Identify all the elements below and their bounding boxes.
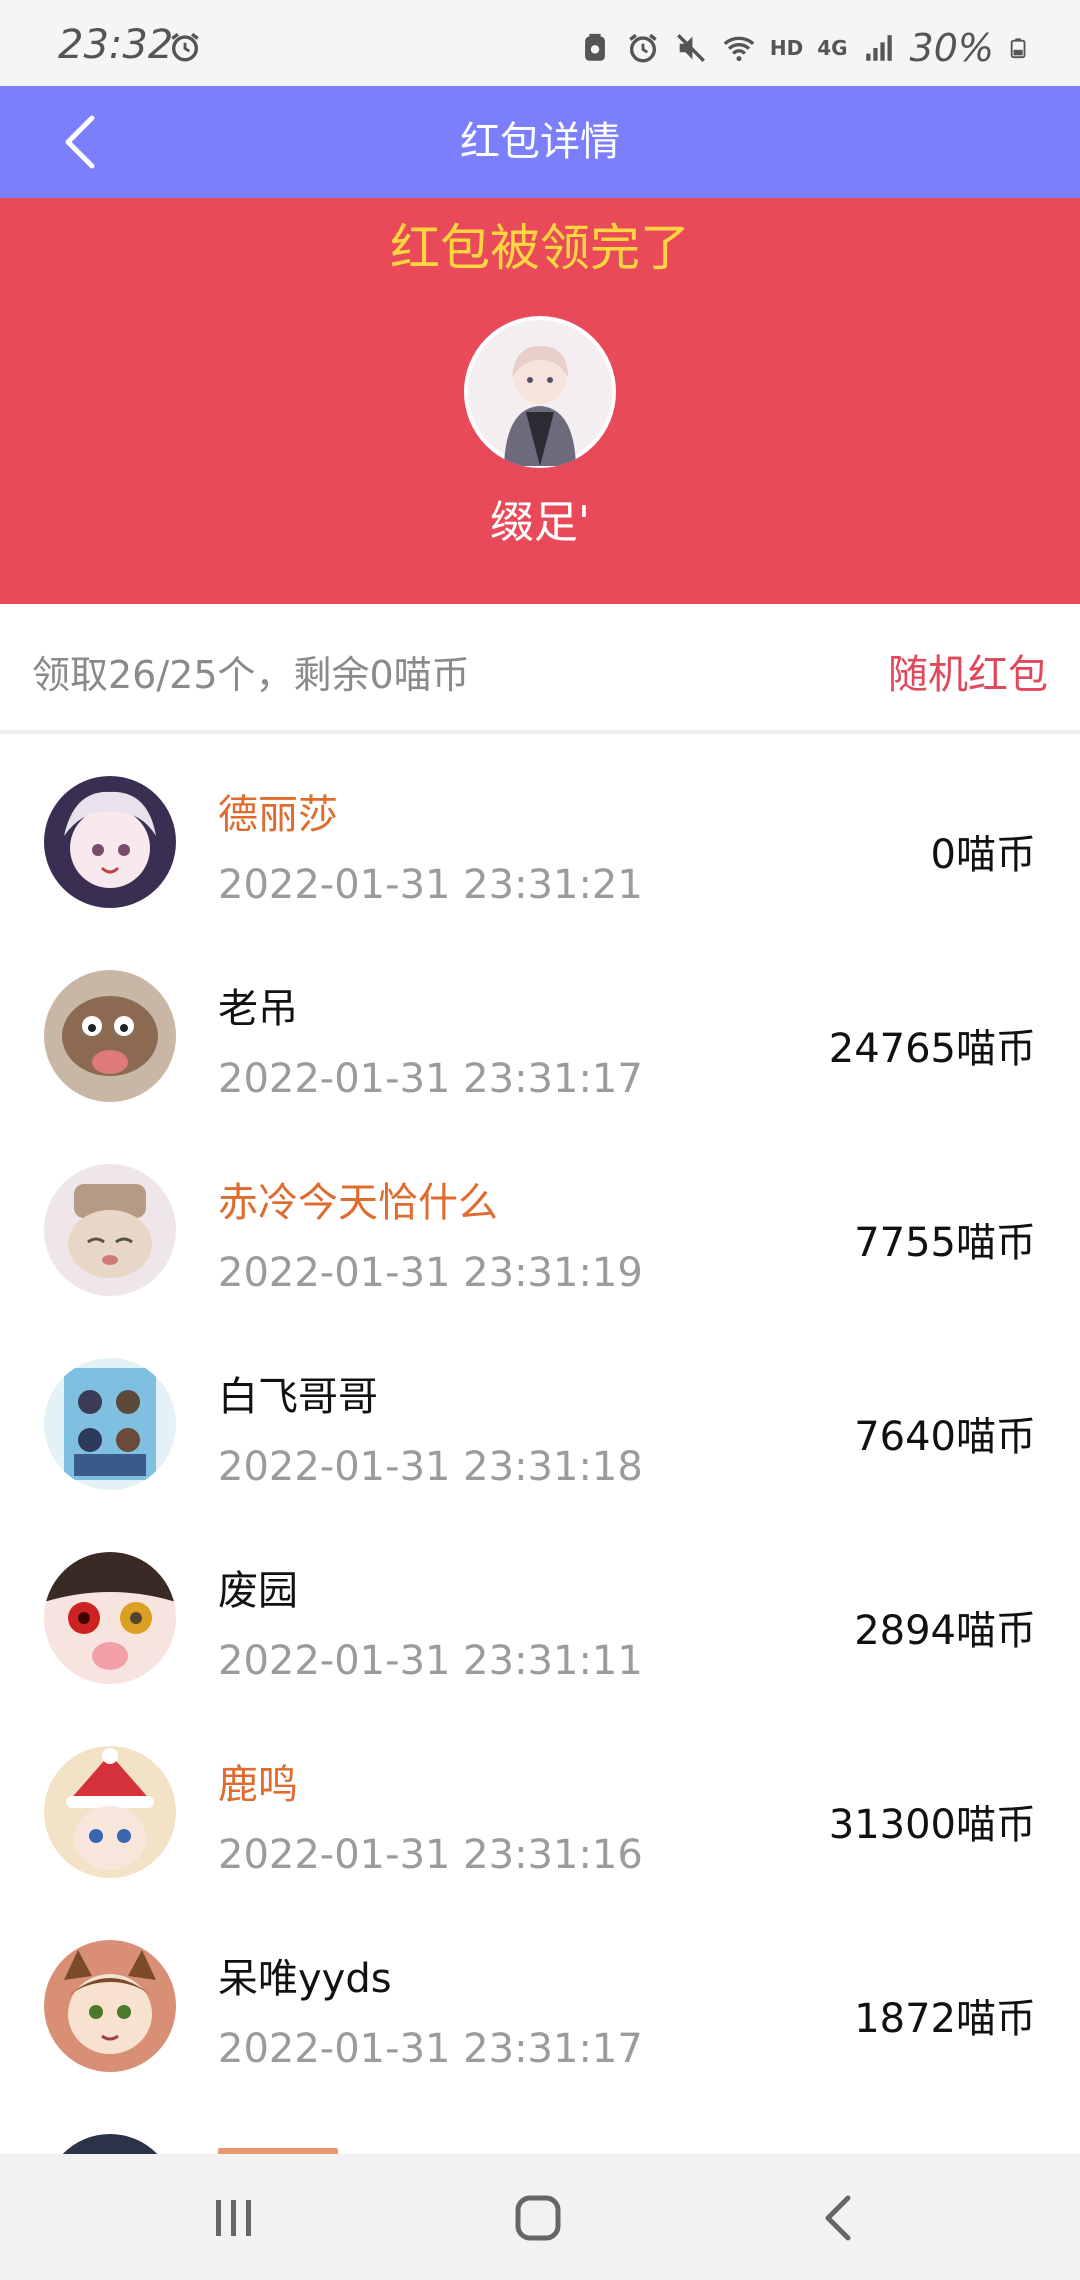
navigation-bar xyxy=(0,2154,1080,2280)
claimer-name: 呆唯yyds xyxy=(218,1956,392,2002)
avatar-image xyxy=(468,320,612,466)
page-title: 红包详情 xyxy=(460,119,620,165)
claim-amount: 0喵币 xyxy=(930,832,1036,878)
status-time: 23:32 xyxy=(58,22,174,68)
claim-amount: 7755喵币 xyxy=(854,1220,1036,1266)
back-icon[interactable] xyxy=(810,2192,870,2244)
claimer-name-partial xyxy=(218,2130,338,2154)
hd-label: HD xyxy=(769,36,804,60)
avatar-image xyxy=(44,1164,176,1296)
summary-row: 领取26/25个，剩余0喵币 随机红包 xyxy=(0,604,1080,734)
claim-time: 2022-01-31 23:31:11 xyxy=(218,1638,643,1684)
sender-name: 缀足' xyxy=(489,497,591,548)
claimer-name: 废园 xyxy=(218,1568,298,1614)
avatar[interactable] xyxy=(44,1552,176,1684)
claim-time: 2022-01-31 23:31:17 xyxy=(218,2026,643,2072)
list-item[interactable]: 呆唯yyds 2022-01-31 23:31:17 1872喵币 xyxy=(0,1898,1080,2092)
avatar[interactable] xyxy=(44,1358,176,1490)
list-item[interactable]: 白飞哥哥 2022-01-31 23:31:18 7640喵币 xyxy=(0,1316,1080,1510)
network-label: 4G xyxy=(817,36,848,60)
status-icons: HD 4G 30% xyxy=(578,26,1030,70)
avatar[interactable] xyxy=(44,1746,176,1878)
avatar-image xyxy=(44,970,176,1102)
status-bar: 23:32 HD 4G 30% xyxy=(0,0,1080,86)
claimer-name: 老吊 xyxy=(218,986,298,1032)
alarm-icon xyxy=(629,33,657,63)
claim-time: 2022-01-31 23:31:16 xyxy=(218,1832,643,1878)
list-item[interactable]: 鹿鸣 2022-01-31 23:31:16 31300喵币 xyxy=(0,1704,1080,1898)
claim-amount: 2894喵币 xyxy=(854,1608,1036,1654)
list-item[interactable]: 德丽莎 2022-01-31 23:31:21 0喵币 xyxy=(0,734,1080,928)
list-item[interactable]: 老吊 2022-01-31 23:31:17 24765喵币 xyxy=(0,928,1080,1122)
claim-time: 2022-01-31 23:31:17 xyxy=(218,1056,643,1102)
claim-amount: 7640喵币 xyxy=(854,1414,1036,1460)
avatar-image xyxy=(44,1940,176,2072)
claimer-name: 赤冷今天恰什么 xyxy=(218,1180,498,1226)
sender-avatar[interactable] xyxy=(464,316,616,468)
list-item[interactable]: 废园 2022-01-31 23:31:11 2894喵币 xyxy=(0,1510,1080,1704)
notification-icon xyxy=(584,33,605,61)
claim-amount: 24765喵币 xyxy=(828,1026,1036,1072)
list-item-partial[interactable] xyxy=(0,2092,1080,2154)
red-packet-header: 红包被领完了 缀足' xyxy=(0,198,1080,604)
claim-amount: 1872喵币 xyxy=(854,1996,1036,2042)
avatar[interactable] xyxy=(44,776,176,908)
claim-time: 2022-01-31 23:31:21 xyxy=(218,862,643,908)
avatar[interactable] xyxy=(44,2134,176,2154)
avatar-image xyxy=(44,1358,176,1490)
avatar-image xyxy=(44,1746,176,1878)
claimer-name: 白飞哥哥 xyxy=(218,1374,378,1420)
claim-summary: 领取26/25个，剩余0喵币 xyxy=(32,653,470,697)
home-icon[interactable] xyxy=(508,2192,568,2244)
claimer-name: 鹿鸣 xyxy=(218,1762,298,1808)
battery-percent: 30% xyxy=(909,26,994,70)
battery-icon xyxy=(1010,38,1026,59)
wifi-icon xyxy=(723,36,755,62)
avatar-image xyxy=(44,2134,176,2154)
avatar-image xyxy=(44,776,176,908)
recents-icon[interactable] xyxy=(204,2192,264,2244)
list-item[interactable]: 赤冷今天恰什么 2022-01-31 23:31:19 7755喵币 xyxy=(0,1122,1080,1316)
alarm-icon xyxy=(171,32,199,62)
packet-type: 随机红包 xyxy=(888,652,1048,698)
app-bar: 红包详情 xyxy=(0,86,1080,198)
mute-icon xyxy=(676,34,705,62)
avatar[interactable] xyxy=(44,970,176,1102)
signal-icon xyxy=(865,35,892,61)
avatar-image xyxy=(44,1552,176,1684)
packet-status: 红包被领完了 xyxy=(390,219,690,277)
claim-time: 2022-01-31 23:31:18 xyxy=(218,1444,643,1490)
claimer-name: 德丽莎 xyxy=(218,792,338,838)
avatar[interactable] xyxy=(44,1940,176,2072)
claim-amount: 31300喵币 xyxy=(828,1802,1036,1848)
avatar[interactable] xyxy=(44,1164,176,1296)
claim-time: 2022-01-31 23:31:19 xyxy=(218,1250,643,1296)
claim-list[interactable]: 德丽莎 2022-01-31 23:31:21 0喵币 老吊 2022-01-3… xyxy=(0,734,1080,2154)
